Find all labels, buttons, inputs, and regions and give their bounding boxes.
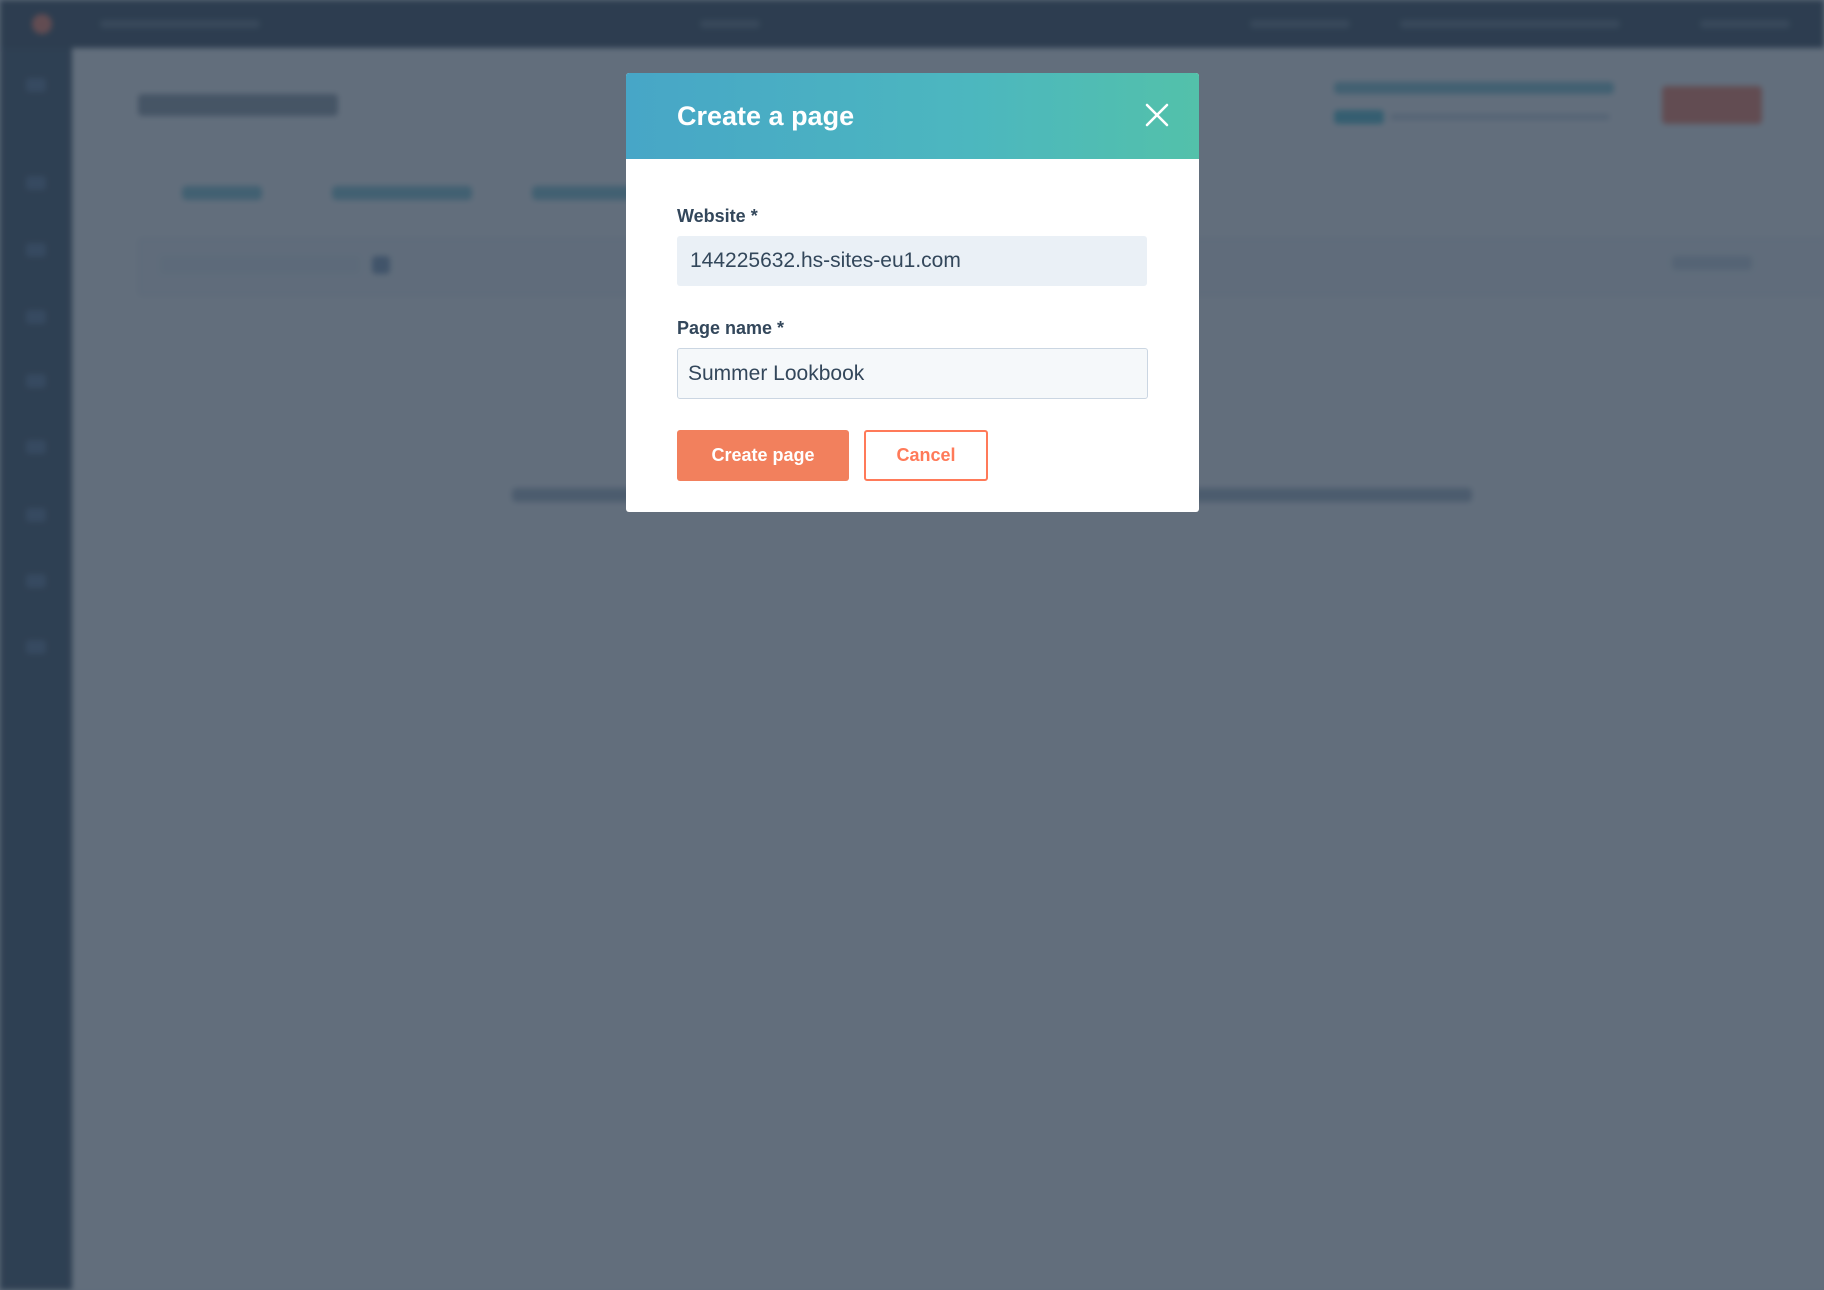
website-field[interactable]: 144225632.hs-sites-eu1.com xyxy=(677,236,1147,286)
create-page-button[interactable]: Create page xyxy=(677,430,849,481)
close-icon xyxy=(1145,103,1169,127)
close-button[interactable] xyxy=(1144,102,1170,128)
cancel-button[interactable]: Cancel xyxy=(864,430,988,481)
create-page-modal: Create a page Website * 144225632.hs-sit… xyxy=(626,73,1199,512)
modal-header: Create a page xyxy=(626,73,1199,159)
website-label: Website * xyxy=(677,206,758,226)
page-name-input[interactable] xyxy=(677,348,1148,399)
modal-title: Create a page xyxy=(677,101,855,131)
page-name-label: Page name * xyxy=(677,318,785,338)
